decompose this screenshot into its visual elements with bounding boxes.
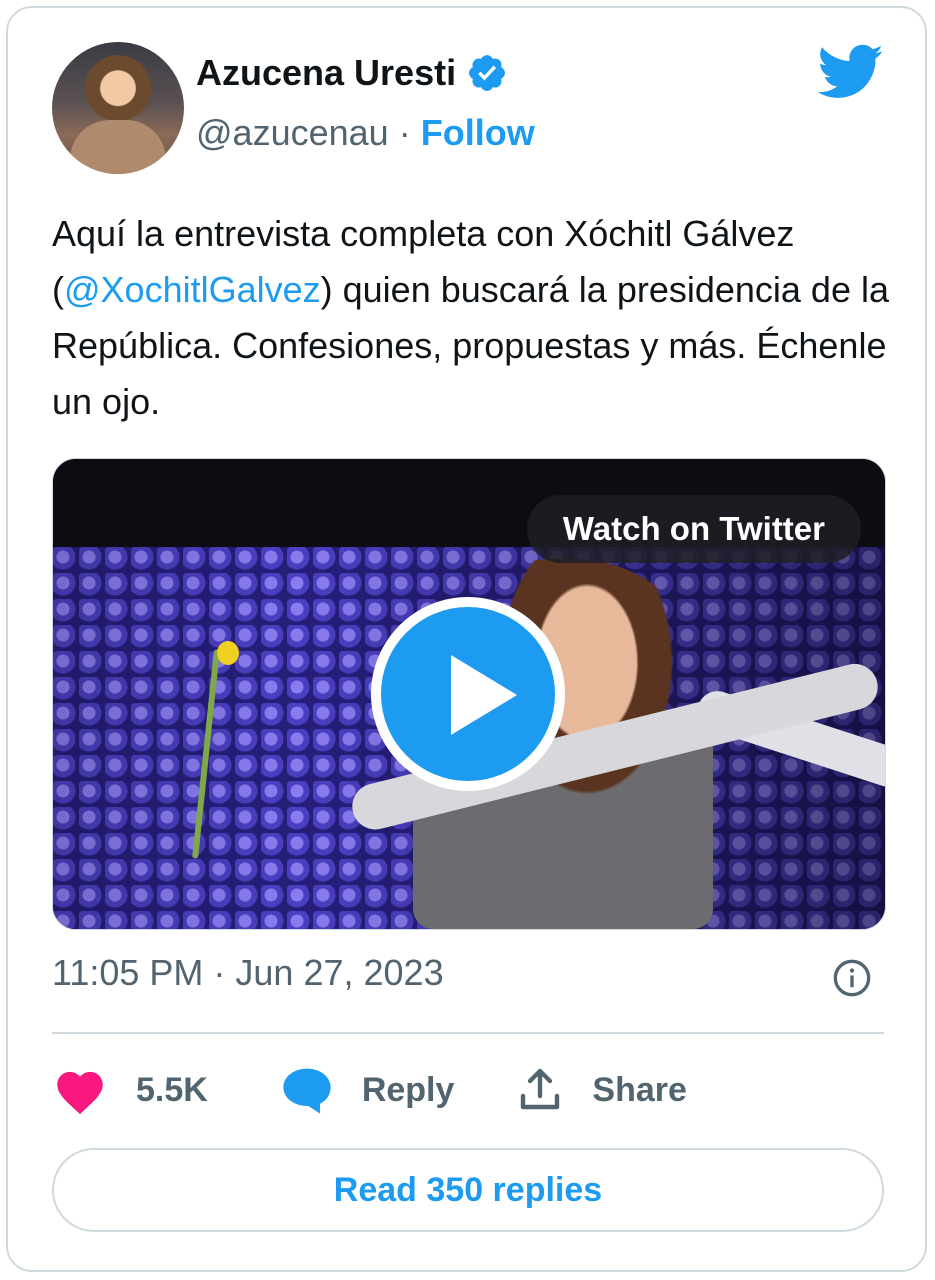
info-icon[interactable] xyxy=(832,958,872,998)
author-handle[interactable]: @azucenau xyxy=(196,112,389,153)
watch-on-twitter-button[interactable]: Watch on Twitter xyxy=(526,495,861,563)
twitter-bird-icon[interactable] xyxy=(818,44,884,100)
read-replies-button[interactable]: Read 350 replies xyxy=(52,1148,884,1232)
video-thumbnail[interactable]: Watch on Twitter xyxy=(52,458,886,930)
reply-bubble-icon xyxy=(283,1068,331,1114)
heart-icon xyxy=(57,1071,103,1115)
tweet-timestamp[interactable]: 11:05 PM · Jun 27, 2023 xyxy=(52,952,444,994)
like-button[interactable]: 5.5K xyxy=(52,1065,208,1115)
like-count: 5.5K xyxy=(136,1070,208,1109)
share-button[interactable]: Share xyxy=(516,1065,687,1115)
author-avatar[interactable] xyxy=(52,42,184,174)
play-icon[interactable] xyxy=(371,597,565,791)
mention-link[interactable]: @XochitlGalvez xyxy=(64,269,321,310)
author-display-name[interactable]: Azucena Uresti xyxy=(196,52,456,94)
follow-link[interactable]: Follow xyxy=(421,112,535,153)
divider xyxy=(52,1032,884,1034)
action-bar: 5.5K Reply Share xyxy=(52,1060,687,1120)
reply-label: Reply xyxy=(361,1070,455,1109)
verified-badge-icon xyxy=(469,55,506,91)
share-label: Share xyxy=(592,1070,687,1109)
author-handle-row: @azucenau · Follow xyxy=(196,112,535,154)
tweet-text: Aquí la entrevista completa con Xóchitl … xyxy=(52,206,892,430)
handle-separator: · xyxy=(398,112,411,153)
reply-button[interactable]: Reply xyxy=(280,1065,455,1115)
share-icon xyxy=(521,1068,560,1110)
author-name-row: Azucena Uresti xyxy=(196,52,508,94)
